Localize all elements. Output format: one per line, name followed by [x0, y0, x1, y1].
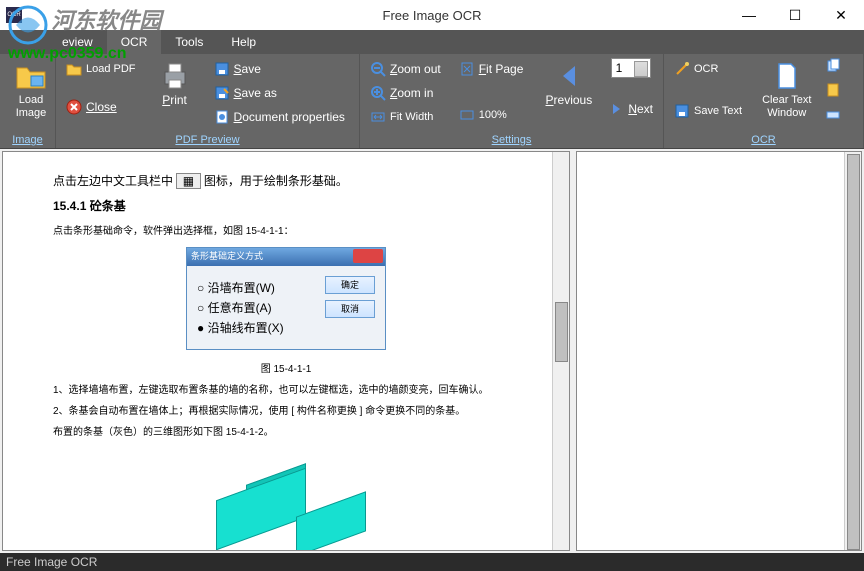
- scrollbar-thumb[interactable]: [847, 154, 860, 550]
- next-button[interactable]: Next: [604, 98, 657, 120]
- doc-properties-button[interactable]: Document properties: [210, 106, 349, 128]
- save-as-icon: [214, 85, 230, 101]
- menu-ocr[interactable]: OCR: [107, 30, 162, 54]
- minimize-button[interactable]: —: [726, 0, 772, 30]
- embedded-dialog-image: 条形基础定义方式 ○ 沿墙布置(W) ○ 任意布置(A) ● 沿轴线布置(X) …: [186, 247, 386, 350]
- print-button[interactable]: Print: [150, 58, 200, 110]
- group-label-ocr[interactable]: OCR: [670, 132, 857, 146]
- group-label-pdf-preview[interactable]: PDF Preview: [62, 132, 353, 146]
- page-number-input[interactable]: 1: [611, 58, 651, 78]
- menubar: eview OCR Tools Help: [0, 30, 864, 54]
- cut-icon[interactable]: [825, 106, 841, 122]
- previous-button[interactable]: Previous: [541, 58, 596, 110]
- zoom-out-icon: [370, 61, 386, 77]
- load-pdf-button[interactable]: Load PDF: [62, 58, 140, 80]
- doc-heading: 15.4.1 砼条基: [53, 197, 519, 214]
- zoom-in-icon: [370, 85, 386, 101]
- ocr-text-pane[interactable]: [576, 151, 862, 551]
- save-button[interactable]: Save: [210, 58, 349, 80]
- save-as-button[interactable]: Save as: [210, 82, 349, 104]
- menu-tools[interactable]: Tools: [161, 30, 217, 54]
- properties-icon: [214, 109, 230, 125]
- fit-page-button[interactable]: Fit Page: [455, 58, 528, 80]
- right-scrollbar[interactable]: [844, 152, 861, 550]
- save-icon: [214, 61, 230, 77]
- left-scrollbar[interactable]: [552, 152, 569, 550]
- isometric-figure: [186, 454, 386, 551]
- document-blank-icon: [771, 60, 803, 92]
- menu-help[interactable]: Help: [217, 30, 270, 54]
- zoom-100-icon: [459, 107, 475, 123]
- statusbar: Free Image OCR: [0, 553, 864, 571]
- group-label-image[interactable]: Image: [6, 132, 49, 146]
- ribbon: Load Image Image Load PDF Close Print: [0, 54, 864, 149]
- toolbar-icon-placeholder: ▦: [176, 173, 201, 189]
- arrow-right-icon: [608, 101, 624, 117]
- zoom-out-button[interactable]: Zoom out: [366, 58, 445, 80]
- load-image-label: Load Image: [16, 94, 47, 120]
- save-text-button[interactable]: Save Text: [670, 100, 746, 122]
- fit-page-icon: [459, 61, 475, 77]
- menu-preview[interactable]: eview: [48, 30, 107, 54]
- close-button[interactable]: ✕: [818, 0, 864, 30]
- group-label-settings[interactable]: Settings: [366, 132, 657, 146]
- printer-icon: [159, 60, 191, 92]
- close-circle-icon: [66, 99, 82, 115]
- clear-text-window-button[interactable]: Clear Text Window: [756, 58, 817, 122]
- paste-icon[interactable]: [825, 82, 841, 98]
- folder-pdf-icon: [66, 61, 82, 77]
- arrow-left-icon: [553, 60, 585, 92]
- titlebar: OCR Free Image OCR — ☐ ✕: [0, 0, 864, 30]
- zoom-in-button[interactable]: Zoom in: [366, 82, 445, 104]
- folder-image-icon: [15, 60, 47, 92]
- maximize-button[interactable]: ☐: [772, 0, 818, 30]
- fit-width-icon: [370, 109, 386, 125]
- dialog-close-icon: [353, 249, 383, 263]
- app-icon: OCR: [6, 7, 22, 23]
- load-image-button[interactable]: Load Image: [6, 58, 56, 122]
- content-area: 点击左边中文工具栏中 ▦ 图标，用于绘制条形基础。 15.4.1 砼条基 点击条…: [0, 149, 864, 553]
- ocr-button[interactable]: OCR: [670, 58, 746, 80]
- status-text: Free Image OCR: [6, 555, 97, 569]
- wand-icon: [674, 61, 690, 77]
- save-text-icon: [674, 103, 690, 119]
- window-title: Free Image OCR: [383, 8, 482, 23]
- copy-icon[interactable]: [825, 58, 841, 74]
- zoom-100-button[interactable]: 100%: [455, 104, 528, 126]
- scrollbar-thumb[interactable]: [555, 302, 568, 362]
- pdf-preview-pane: 点击左边中文工具栏中 ▦ 图标，用于绘制条形基础。 15.4.1 砼条基 点击条…: [2, 151, 570, 551]
- fit-width-button[interactable]: Fit Width: [366, 106, 445, 128]
- close-pdf-button[interactable]: Close: [62, 96, 140, 118]
